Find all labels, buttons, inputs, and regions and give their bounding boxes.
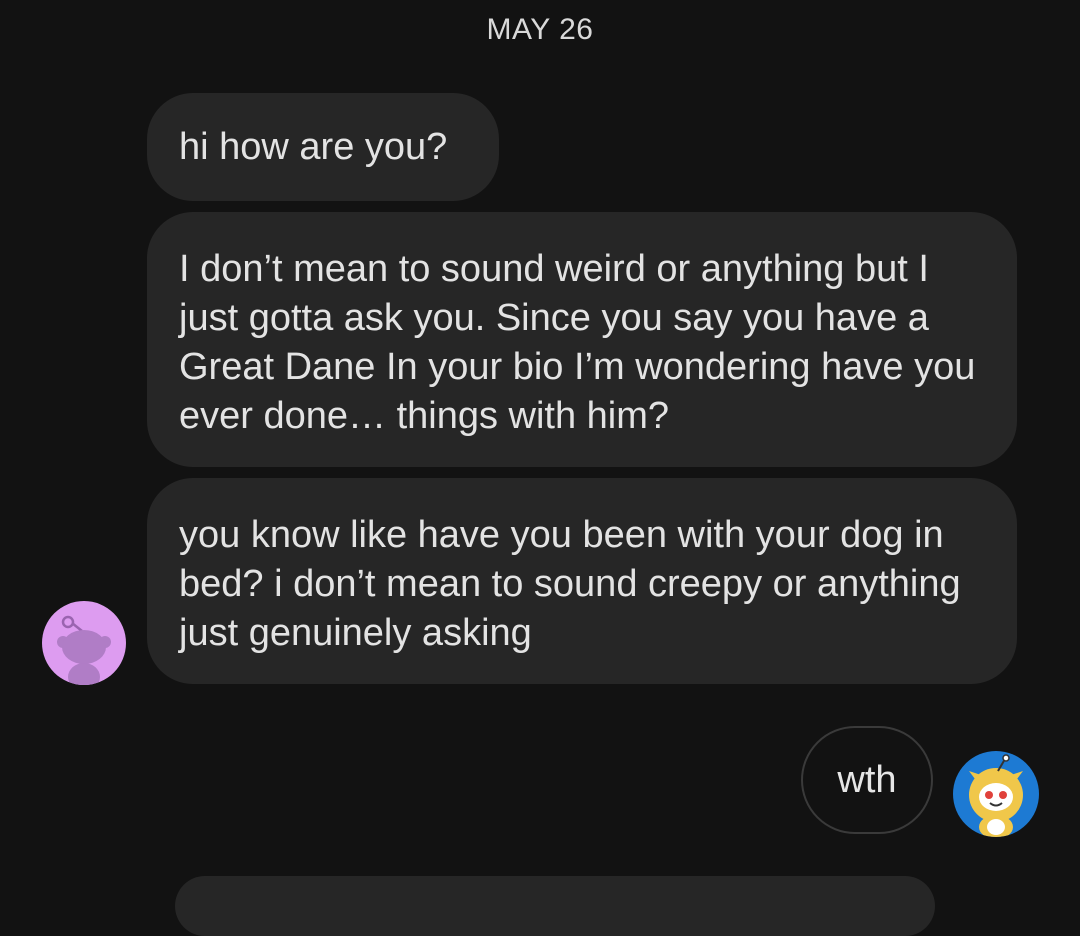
incoming-message-bubble[interactable]: you know like have you been with your do… [147, 478, 1017, 684]
own-avatar[interactable] [953, 751, 1039, 837]
snoo-avatar-icon [57, 615, 111, 685]
incoming-message-bubble[interactable]: I don’t mean to sound weird or anything … [147, 212, 1017, 467]
snoo-lion-avatar-icon [969, 754, 1023, 837]
sender-avatar[interactable] [42, 601, 126, 685]
incoming-message-bubble-partial[interactable] [175, 876, 935, 936]
date-divider: MAY 26 [486, 13, 594, 46]
incoming-message-bubble[interactable]: hi how are you? [147, 93, 499, 201]
outgoing-message-bubble[interactable]: wth [801, 726, 933, 834]
